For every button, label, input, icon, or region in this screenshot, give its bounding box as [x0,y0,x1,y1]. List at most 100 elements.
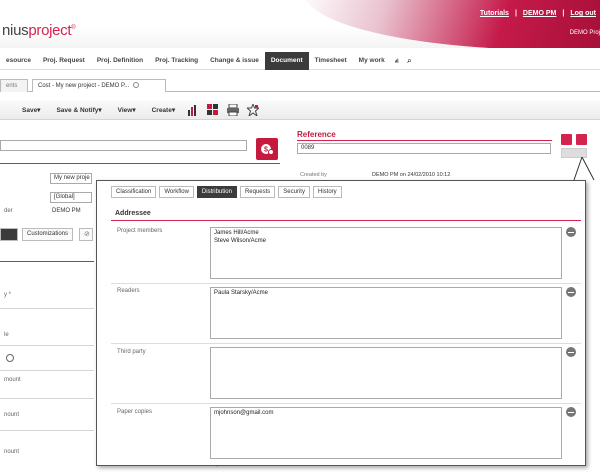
link-separator: | [562,10,565,17]
view-button[interactable]: View▾ [110,106,144,114]
save-notify-button[interactable]: Save & Notify▾ [48,106,109,114]
nav-timesheet[interactable]: Timesheet [309,52,353,70]
toolbar: Save▾ Save & Notify▾ View▾ Create▾ [0,100,600,120]
logo-mark: ® [71,25,76,31]
project-members-label: Project members [117,228,163,234]
create-button[interactable]: Create▾ [144,106,184,114]
third-party-label: Third party [117,349,146,355]
remove-icon[interactable] [566,287,576,297]
readers-label: Readers [117,288,140,294]
print-icon[interactable] [227,103,240,116]
document-icon[interactable] [576,134,587,145]
nav-proj-definition[interactable]: Proj. Definition [91,52,149,70]
chart-icon[interactable] [187,104,199,116]
svg-text:$: $ [264,147,268,154]
project-member-entry: James Hill/Acme [214,230,259,236]
app-header: niusproject® Tutorials | DEMO PM | Log o… [0,0,600,48]
tab-distribution[interactable]: Distribution [196,186,237,198]
user-link[interactable]: DEMO PM [523,10,556,17]
tab-documents-label: ents [6,83,18,89]
coins-icon: $ [261,144,274,155]
row-separator [111,283,581,284]
project-member-entry: Steve Wilson/Acme [214,237,267,244]
paper-copy-entry: mjohnson@gmail.com [214,410,274,416]
field-label: nount [4,449,20,455]
logo-suffix: project [28,22,72,39]
user-label: DEMO Proj [569,30,600,36]
section-underline [0,261,94,262]
subtab-customizations[interactable]: Customizations [22,228,74,241]
reference-underline [297,140,552,141]
save-button[interactable]: Save▾ [0,106,48,114]
addressee-title: Addressee [115,210,151,217]
tab-cost-document[interactable]: Cost - My new project - DEMO P... [32,79,166,92]
nav-resource[interactable]: esource [0,52,37,70]
tab-security[interactable]: Security [278,186,310,198]
tab-history[interactable]: History [312,186,342,198]
top-links: Tutorials | DEMO PM | Log out [480,10,596,17]
tab-documents[interactable]: ents [0,79,28,92]
row-separator [0,370,94,371]
remove-icon[interactable] [566,347,576,357]
paper-copies-field[interactable]: mjohnson@gmail.com [210,407,562,459]
created-by-value: DEMO PM on 24/02/2010 10:12 [372,172,451,178]
paperclip-icon: ⊘ [84,231,90,238]
addressee-underline [111,220,581,221]
project-members-field[interactable]: James Hill/Acme Steve Wilson/Acme [210,227,562,279]
red-underline-left [0,163,280,164]
subtab-attachment[interactable]: ⊘ [79,228,93,241]
logout-link[interactable]: Log out [570,10,596,17]
document-tabs: ents Cost - My new project - DEMO P... [0,76,600,92]
field-label: y * [4,292,12,298]
created-by-label: Created by [300,172,327,178]
subtab-active[interactable] [0,228,18,241]
title-input[interactable] [0,140,247,151]
remove-icon[interactable] [566,407,576,417]
reader-entry: Paula Starsky/Acme [214,290,269,296]
reference-input[interactable]: 0089 [297,143,551,154]
header-swoosh [295,0,600,48]
nav-proj-request[interactable]: Proj. Request [37,52,91,70]
folder-icon[interactable] [561,134,572,145]
link-separator: | [514,10,517,17]
third-party-field[interactable] [210,347,562,399]
field-label: le [4,332,9,338]
project-input[interactable]: My new proje [50,173,92,184]
row-separator [0,430,94,431]
nav-my-work[interactable]: My work [353,52,391,70]
logo: niusproject® [2,22,76,39]
field-label: nount [4,412,20,418]
currency-button[interactable]: $ [256,138,278,160]
info-icon[interactable] [6,354,14,362]
row-separator [111,343,581,344]
grid-icon[interactable] [207,103,219,116]
main-nav: esource Proj. Request Proj. Definition P… [0,51,600,70]
search-icon[interactable] [403,52,415,70]
tab-workflow[interactable]: Workflow [159,186,194,198]
nav-change-issue[interactable]: Change & issue [204,52,265,70]
document-details-popup: Classification Workflow Distribution Req… [96,180,586,466]
close-icon[interactable] [133,82,140,89]
row-separator [0,345,94,346]
scope-input[interactable]: [Global] [50,192,92,203]
remove-icon[interactable] [566,227,576,237]
reference-title: Reference [297,130,336,139]
bar-chart-icon[interactable] [391,52,403,70]
row-separator [0,308,94,309]
paper-copies-label: Paper copies [117,409,153,415]
field-label: mount [4,377,21,383]
nav-proj-tracking[interactable]: Proj. Tracking [149,52,204,70]
owner-value: DEMO PM [52,208,81,214]
tutorials-link[interactable]: Tutorials [480,10,509,17]
readers-field[interactable]: Paula Starsky/Acme [210,287,562,339]
owner-label: der [4,208,13,214]
nav-document[interactable]: Document [264,51,309,70]
popup-tabs: Classification Workflow Distribution Req… [111,186,342,198]
tab-classification[interactable]: Classification [111,186,157,198]
row-separator [111,403,581,404]
logo-main: nius [2,22,29,39]
favorite-icon[interactable] [247,103,260,116]
tab-requests[interactable]: Requests [239,186,276,198]
tab-cost-label: Cost - My new project - DEMO P... [38,83,130,89]
row-separator [0,398,94,399]
